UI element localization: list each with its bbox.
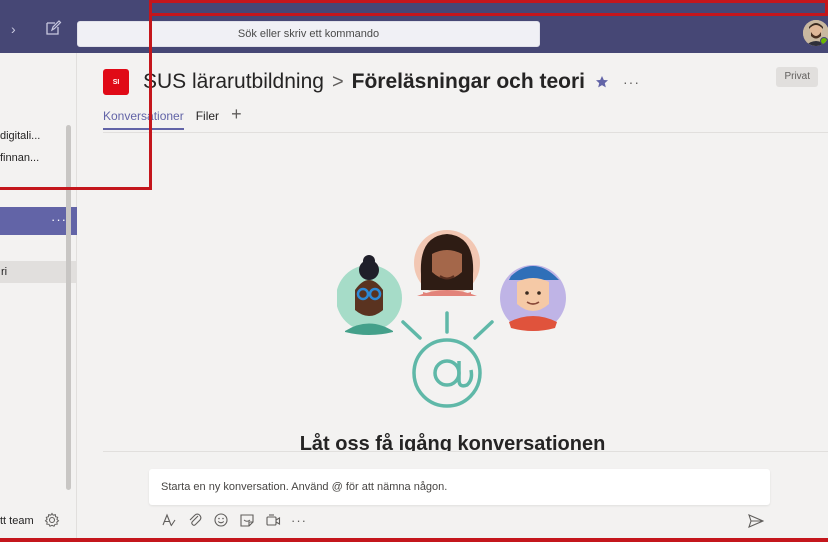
channel-item[interactable]: finnan... — [0, 152, 39, 164]
person-left-illustration — [337, 255, 402, 335]
add-tab-icon[interactable]: + — [231, 105, 242, 123]
favorite-star-icon[interactable] — [595, 75, 609, 89]
channel-more-options-icon[interactable]: ··· — [623, 74, 640, 90]
breadcrumb-separator: > — [331, 70, 344, 93]
mention-at-icon — [412, 338, 482, 408]
highlight-bottom-line — [0, 538, 828, 542]
connector-lines — [401, 311, 494, 340]
compose-divider — [103, 451, 828, 452]
compose-more-options-icon[interactable]: ··· — [291, 512, 307, 528]
sticker-icon[interactable] — [239, 512, 255, 528]
top-bar: › Sök eller skriv ett kommando — [0, 0, 828, 53]
privacy-badge: Privat — [776, 67, 818, 87]
attach-icon[interactable] — [187, 512, 203, 528]
user-avatar[interactable] — [803, 20, 828, 46]
team-badge: SI — [103, 69, 129, 95]
send-icon[interactable] — [748, 514, 765, 528]
new-conversation-input[interactable]: Starta en ny konversation. Använd @ för … — [149, 469, 770, 505]
forward-icon[interactable]: › — [11, 22, 25, 36]
compose-toolbar: ··· — [161, 511, 317, 529]
emoji-icon[interactable] — [213, 512, 229, 528]
channel-title: Föreläsningar och teori — [351, 70, 586, 93]
channel-item[interactable]: digitali... — [0, 130, 40, 142]
meet-now-icon[interactable] — [265, 512, 281, 528]
team-name[interactable]: SUS lärarutbildning — [143, 70, 324, 94]
join-create-team-link[interactable]: tt team — [0, 515, 34, 527]
format-icon[interactable] — [161, 512, 177, 528]
presence-status-icon — [820, 37, 828, 45]
channel-main: SI SUS lärarutbildning > Föreläsningar o… — [77, 53, 828, 542]
new-chat-icon[interactable] — [44, 19, 62, 37]
person-center-illustration — [414, 230, 480, 296]
tab-conversations[interactable]: Konversationer — [103, 109, 184, 130]
person-right-illustration — [500, 265, 566, 331]
channel-header: SI SUS lärarutbildning > Föreläsningar o… — [103, 67, 640, 97]
empty-state-illustration — [337, 230, 566, 408]
gear-icon[interactable] — [44, 512, 60, 528]
channel-tabs: Konversationer Filer + — [103, 105, 242, 131]
teams-window: › Sök eller skriv ett kommando digitali.… — [0, 0, 828, 542]
search-input[interactable]: Sök eller skriv ett kommando — [77, 21, 540, 47]
scrollbar[interactable] — [66, 125, 71, 490]
team-more-options-icon[interactable]: ··· — [51, 212, 67, 227]
tabs-divider — [103, 132, 828, 133]
tab-files[interactable]: Filer — [196, 109, 219, 130]
teams-list-panel: digitali... finnan... ··· ri tt team — [0, 53, 77, 542]
